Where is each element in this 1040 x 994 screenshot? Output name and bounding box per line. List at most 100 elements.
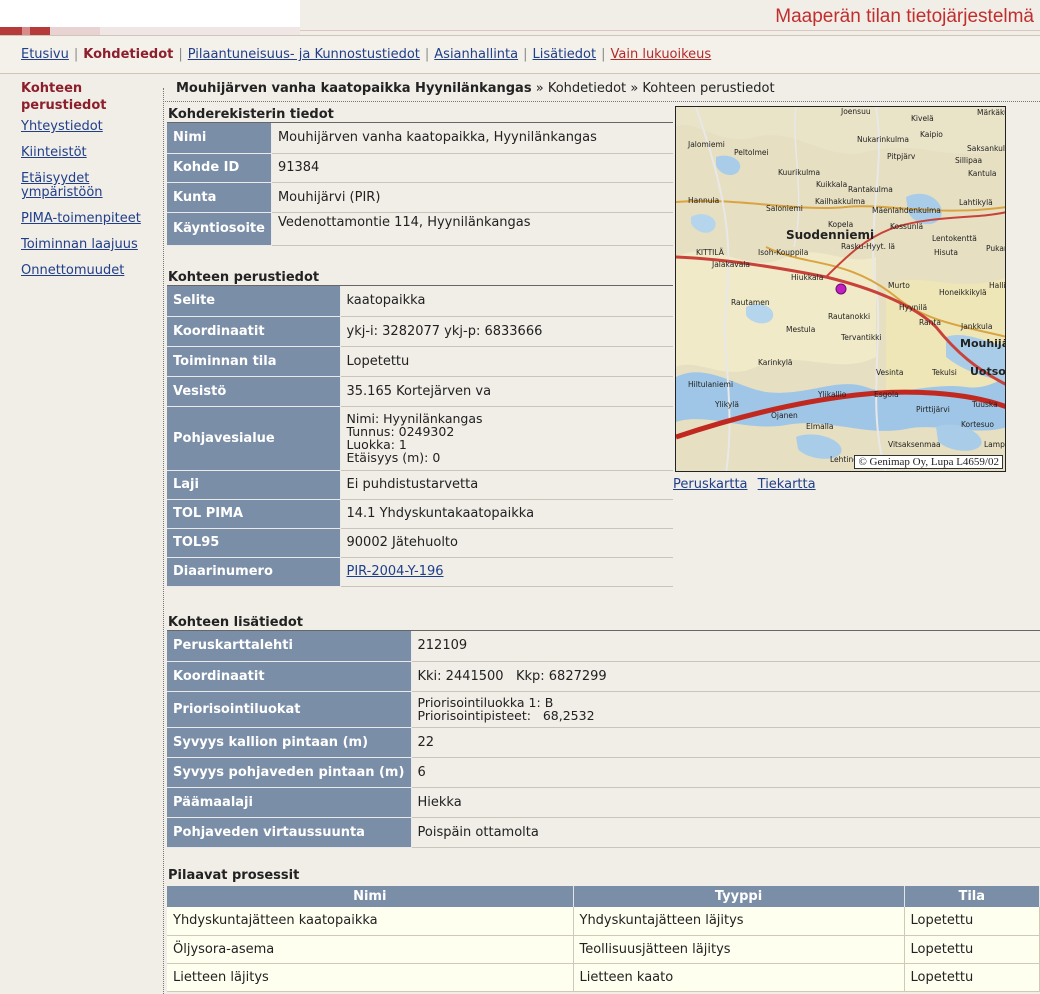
table-header-row: Nimi Tyyppi Tila — [167, 886, 1040, 907]
table-row: Päämaalaji Hiekka — [167, 787, 1040, 818]
svg-text:Lampo: Lampo — [984, 440, 1006, 449]
sidebar-item-toiminnan-laajuus[interactable]: Toiminnan laajuus — [21, 238, 161, 252]
table-row: Vesistö 35.165 Kortejärven va — [167, 376, 673, 407]
nav-vain-lukuoikeus[interactable]: Vain lukuoikeus — [611, 47, 712, 62]
nav-etusivu[interactable]: Etusivu — [21, 47, 69, 62]
register-label: Nimi — [167, 123, 272, 154]
col-tila: Tila — [904, 886, 1040, 907]
svg-text:Honeikkikylä: Honeikkikylä — [939, 288, 987, 297]
breadcrumb-level2: Kohteen perustiedot — [642, 81, 775, 96]
additional-label: Syvyys kallion pintaan (m) — [167, 727, 412, 758]
svg-text:Vitsaksenmaa: Vitsaksenmaa — [888, 440, 941, 449]
svg-text:Halli: Halli — [989, 281, 1006, 290]
additional-label: Priorisointiluokat — [167, 691, 412, 728]
sidebar-item-yhteystiedot[interactable]: Yhteystiedot — [21, 120, 161, 134]
process-name: Lietteen läjitys — [167, 963, 574, 992]
sidebar-item-etaisyydet[interactable]: Etäisyydet ympäristöön — [21, 172, 131, 200]
basic-label: Diaarinumero — [167, 557, 341, 587]
table-row: TOL95 90002 Jätehuolto — [167, 528, 673, 558]
nav-lisatiedot[interactable]: Lisätiedot — [533, 47, 597, 62]
nav-asianhallinta[interactable]: Asianhallinta — [434, 47, 518, 62]
map-links: Peruskartta Tiekartta — [673, 477, 822, 492]
svg-text:Peltolmei: Peltolmei — [734, 148, 769, 157]
register-label: Käyntiosoite — [167, 212, 272, 246]
svg-text:Murto: Murto — [888, 281, 910, 290]
additional-label: Päämaalaji — [167, 787, 412, 818]
register-label: Kunta — [167, 182, 272, 213]
process-type: Teollisuusjätteen läjitys — [573, 935, 905, 964]
process-status: Lopetettu — [904, 963, 1040, 992]
svg-text:Rasku-Hyyt. lä: Rasku-Hyyt. lä — [841, 242, 895, 251]
svg-text:Kuurikulma: Kuurikulma — [778, 168, 820, 177]
table-row: TOL PIMA 14.1 Yhdyskuntakaatopaikka — [167, 499, 673, 529]
table-row: Nimi Mouhijärven vanha kaatopaikka, Hyyni… — [167, 123, 673, 154]
additional-value: Poispäin ottamolta — [411, 817, 1040, 848]
basic-label: Pohjavesialue — [167, 406, 341, 471]
additional-value: Priorisointiluokka 1: B Priorisointipist… — [411, 691, 1040, 728]
svg-text:Hiltulaniemi: Hiltulaniemi — [688, 380, 733, 389]
process-name: Yhdyskuntajätteen kaatopaikka — [167, 907, 574, 936]
table-row: Syvyys pohjaveden pintaan (m) 6 — [167, 757, 1040, 788]
col-nimi: Nimi — [167, 886, 574, 907]
table-row: Lietteen läjitys Lietteen kaato Lopetett… — [167, 963, 1040, 992]
svg-text:Kailhakkulma: Kailhakkulma — [815, 197, 865, 206]
svg-text:Nukarinkulma: Nukarinkulma — [857, 135, 909, 144]
basic-value: Lopetettu — [340, 346, 673, 377]
sidebar-current: Kohteen perustiedot — [21, 81, 107, 113]
basic-label: Vesistö — [167, 376, 341, 407]
header-divider — [300, 30, 1040, 31]
map-credit: © Genimap Oy, Lupa L4659/02 — [854, 455, 1003, 469]
basic-label: Selite — [167, 286, 341, 317]
svg-text:Joensuu: Joensuu — [840, 107, 871, 116]
processes-table: Nimi Tyyppi Tila Yhdyskuntajätteen kaato… — [167, 886, 1040, 992]
col-tyyppi: Tyyppi — [573, 886, 905, 907]
svg-text:Mestula: Mestula — [786, 325, 815, 334]
table-row: Selite kaatopaikka — [167, 286, 673, 317]
location-map[interactable]: Joensuu Kivelä Kaipio Märkäkulma Jalomiemi N… — [675, 106, 1006, 472]
sidebar-item-pima[interactable]: PIMA-toimenpiteet — [21, 212, 161, 226]
basic-value: kaatopaikka — [340, 286, 673, 317]
table-row: Syvyys kallion pintaan (m) 22 — [167, 727, 1040, 758]
additional-label: Pohjaveden virtaussuunta — [167, 817, 412, 848]
additional-label: Peruskarttalehti — [167, 631, 412, 662]
sidebar-item-kiinteistot[interactable]: Kiinteistöt — [21, 146, 161, 160]
svg-text:Kaipio: Kaipio — [920, 130, 943, 139]
table-row: Priorisointiluokat Priorisointiluokka 1:… — [167, 691, 1040, 728]
peruskartta-link[interactable]: Peruskartta — [673, 477, 748, 492]
breadcrumb-sep: » — [630, 81, 639, 96]
svg-text:Ylikylä: Ylikylä — [714, 400, 739, 409]
register-table: Nimi Mouhijärven vanha kaatopaikka, Hyyni… — [167, 123, 673, 246]
basic-title: Kohteen perustiedot — [168, 270, 320, 285]
tiekartta-link[interactable]: Tiekartta — [758, 477, 816, 492]
svg-text:Esgola: Esgola — [874, 390, 899, 399]
svg-text:KITTILÄ: KITTILÄ — [696, 248, 725, 257]
basic-value: Ei puhdistustarvetta — [340, 470, 673, 500]
svg-text:Pukara: Pukara — [986, 244, 1006, 253]
svg-text:Lentokenttä: Lentokenttä — [932, 234, 977, 243]
basic-value: Nimi: Hyynilänkangas Tunnus: 0249302 Luo… — [340, 406, 673, 471]
svg-text:Ranta: Ranta — [919, 318, 941, 327]
process-name: Öljysora-asema — [167, 935, 574, 964]
svg-text:Mäenlahdenkulma: Mäenlahdenkulma — [872, 206, 941, 215]
breadcrumb-level1: Kohdetiedot — [547, 81, 627, 96]
svg-text:Rantakulma: Rantakulma — [848, 185, 893, 194]
groundwater-distance: Etäisyys (m): 0 — [346, 450, 441, 465]
app-title: Maaperän tilan tietojärjestelmä — [775, 6, 1034, 27]
register-title: Kohderekisterin tiedot — [168, 107, 334, 122]
main-navigation: Etusivu | Kohdetiedot | Pilaantuneisuus- ja … — [0, 35, 1040, 74]
sidebar-item-onnettomuudet[interactable]: Onnettomuudet — [21, 264, 161, 278]
nav-pilaantuneisuus[interactable]: Pilaantuneisuus- ja Kunnostustiedot — [188, 47, 420, 62]
breadcrumb-site: Mouhijärven vanha kaatopaikka Hyynilänka… — [176, 81, 532, 96]
diaarinumero-link[interactable]: PIR-2004-Y-196 — [347, 564, 444, 579]
svg-text:Saloniemi: Saloniemi — [766, 204, 803, 213]
table-row: Diaarinumero PIR-2004-Y-196 — [167, 557, 673, 587]
svg-text:Uotsola: Uotsola — [970, 365, 1006, 378]
table-row: Kunta Mouhijärvi (PIR) — [167, 182, 673, 213]
nav-kohdetiedot[interactable]: Kohdetiedot — [83, 47, 173, 62]
process-status: Lopetettu — [904, 907, 1040, 936]
svg-text:Rautamen: Rautamen — [731, 298, 770, 307]
basic-value: 35.165 Kortejärven va — [340, 376, 673, 407]
svg-text:Hyynilä: Hyynilä — [899, 303, 927, 312]
additional-title: Kohteen lisätiedot — [168, 615, 304, 630]
logo — [0, 0, 300, 35]
